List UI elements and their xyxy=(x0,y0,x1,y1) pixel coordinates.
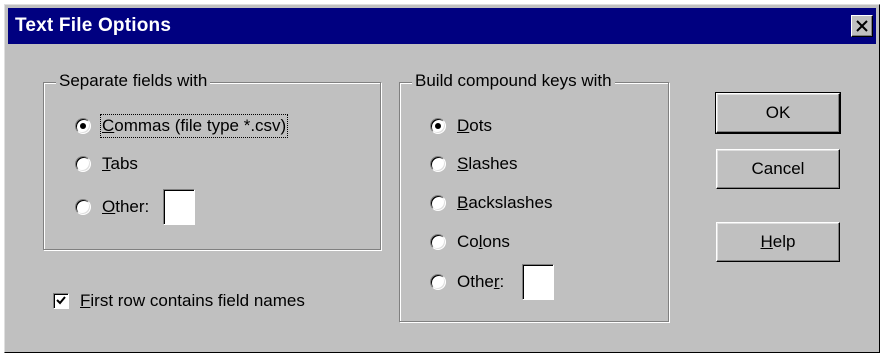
radio-other-separator-button[interactable] xyxy=(75,199,91,215)
radio-other-key-button[interactable] xyxy=(430,274,446,290)
help-button-label: Help xyxy=(760,232,796,251)
other-separator-input[interactable] xyxy=(163,189,196,225)
radio-dots[interactable]: Dots xyxy=(430,113,492,139)
cancel-button[interactable]: Cancel xyxy=(716,149,840,189)
first-row-checkbox-box[interactable] xyxy=(53,293,69,309)
first-row-checkbox-label: First row contains field names xyxy=(80,291,305,310)
title-bar[interactable]: Text File Options xyxy=(8,8,876,44)
radio-tabs-label: Tabs xyxy=(102,154,138,173)
radio-dots-label: Dots xyxy=(457,116,492,135)
radio-colons-button[interactable] xyxy=(430,234,446,250)
radio-dots-button[interactable] xyxy=(430,118,446,134)
ok-button[interactable]: OK xyxy=(715,92,841,134)
radio-other-key[interactable]: Other: xyxy=(430,263,555,301)
radio-other-separator[interactable]: Other: xyxy=(75,188,196,226)
radio-commas[interactable]: Commas (file type *.csv) xyxy=(75,113,289,139)
radio-commas-button[interactable] xyxy=(75,118,91,134)
radio-slashes[interactable]: Slashes xyxy=(430,151,517,177)
help-button[interactable]: Help xyxy=(716,222,840,262)
radio-backslashes-button[interactable] xyxy=(430,195,446,211)
radio-colons-label: Colons xyxy=(457,232,510,251)
radio-colons[interactable]: Colons xyxy=(430,229,510,255)
close-icon xyxy=(856,20,868,32)
compound-keys-legend: Build compound keys with xyxy=(412,71,615,91)
radio-slashes-button[interactable] xyxy=(430,156,446,172)
separate-fields-legend: Separate fields with xyxy=(56,71,211,91)
text-file-options-dialog: Text File Options Separate fields with C… xyxy=(4,4,880,353)
dialog-title: Text File Options xyxy=(15,15,172,36)
radio-tabs-button[interactable] xyxy=(75,156,91,172)
radio-slashes-label: Slashes xyxy=(457,154,518,173)
radio-commas-label: Commas (file type *.csv) xyxy=(99,114,289,138)
first-row-field-names-checkbox[interactable]: First row contains field names xyxy=(53,288,305,314)
checkmark-icon xyxy=(56,296,66,305)
radio-backslashes-label: Backslashes xyxy=(457,193,553,212)
other-key-input[interactable] xyxy=(522,264,555,300)
radio-tabs[interactable]: Tabs xyxy=(75,151,138,177)
radio-other-key-label: Other: xyxy=(457,272,505,291)
radio-backslashes[interactable]: Backslashes xyxy=(430,190,552,216)
close-button[interactable] xyxy=(851,15,873,37)
radio-other-separator-label: Other: xyxy=(102,197,150,216)
